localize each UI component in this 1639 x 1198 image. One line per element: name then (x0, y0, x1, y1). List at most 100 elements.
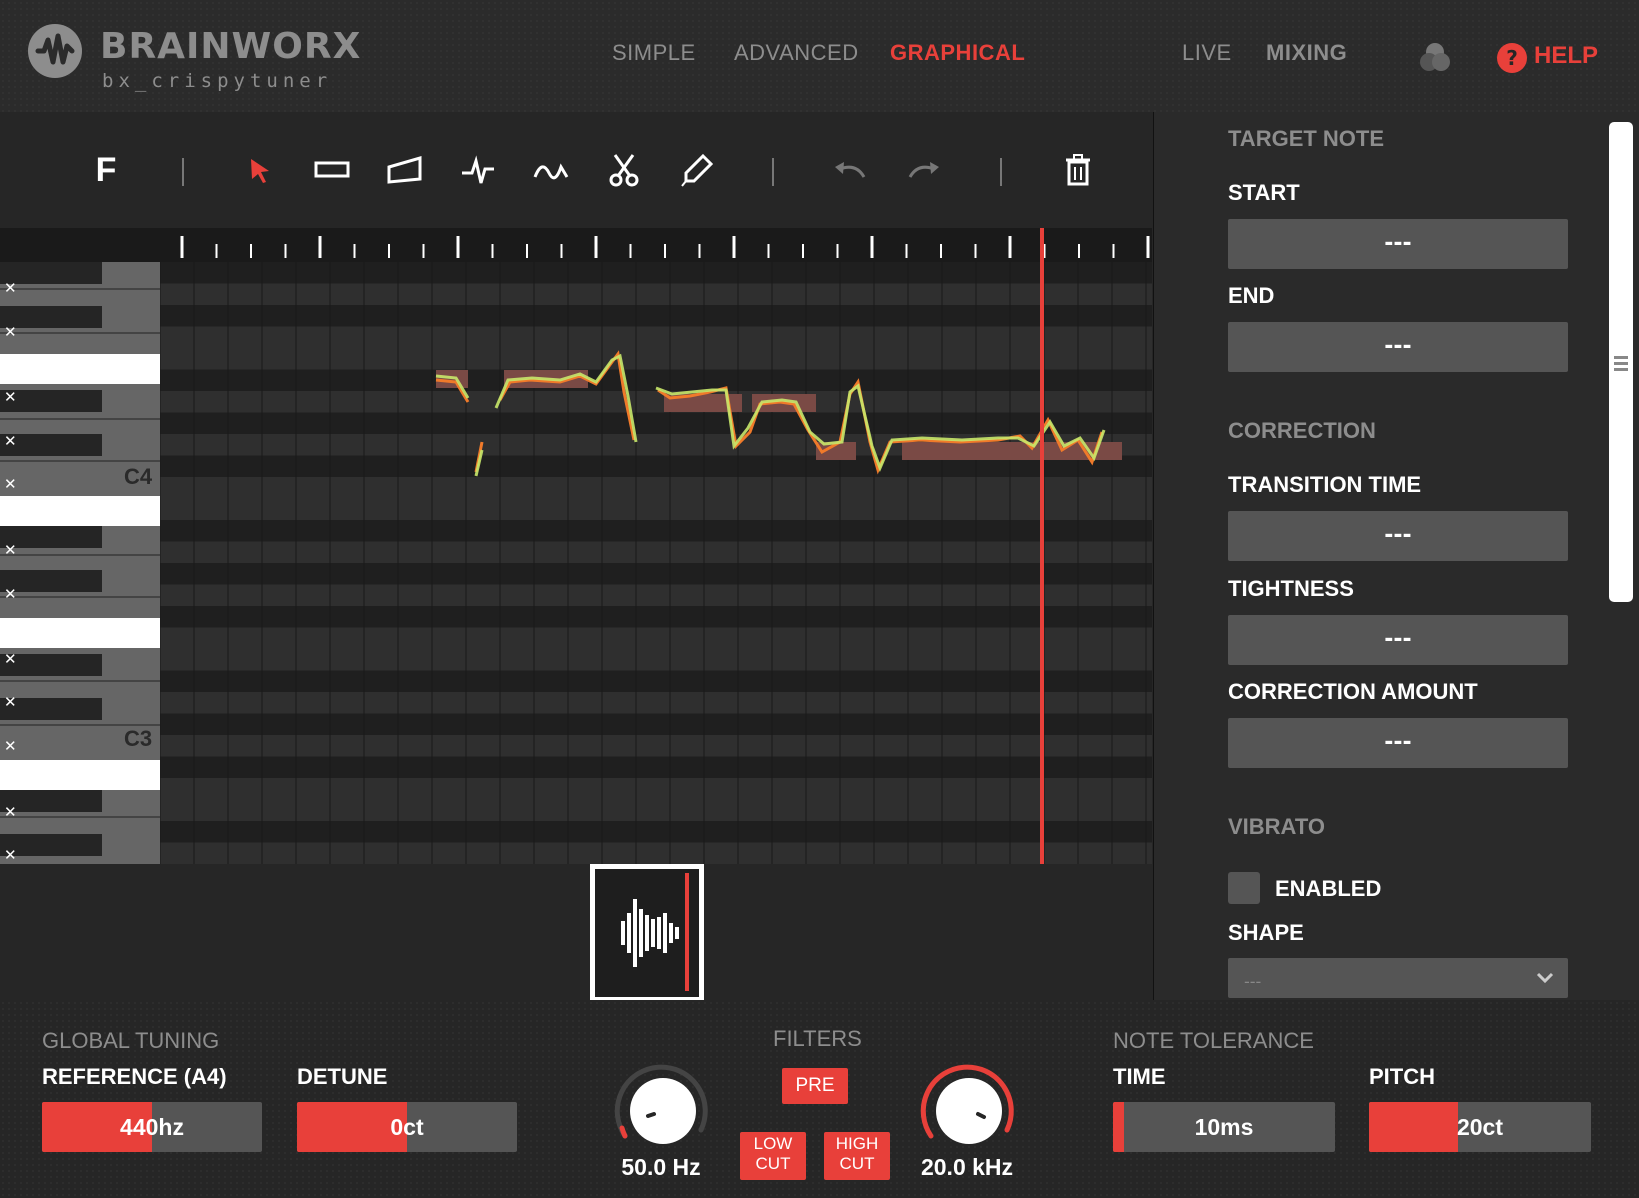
grid-row (160, 756, 1152, 778)
help-button[interactable]: HELP (1534, 42, 1598, 70)
grid-row (160, 842, 1152, 864)
overview-playhead (685, 873, 689, 991)
start-field[interactable]: --- (1228, 219, 1568, 269)
grid-row (160, 348, 1152, 370)
select-arrow-icon[interactable] (240, 150, 280, 190)
grid-row (160, 584, 1152, 606)
note-rect-icon[interactable] (312, 150, 352, 190)
note-grid[interactable] (159, 262, 1152, 864)
detune-slider[interactable]: 0ct (297, 1102, 517, 1152)
waveform-icon (621, 899, 679, 967)
tolerance-pitch-value: 20ct (1456, 1114, 1504, 1140)
nav-live[interactable]: LIVE (1182, 40, 1232, 66)
note-label-c3: C3 (124, 726, 153, 751)
vibrato-wave-icon[interactable] (531, 150, 571, 190)
key-mute-toggle[interactable]: ✕ (4, 388, 17, 406)
key-divider (0, 418, 160, 420)
detune-value: 0ct (390, 1114, 424, 1140)
transition-time-field[interactable]: --- (1228, 511, 1568, 561)
key-mute-toggle[interactable]: ✕ (4, 475, 17, 493)
grid-row (160, 391, 1152, 413)
pre-toggle-button[interactable]: PRE (782, 1068, 848, 1104)
reference-value: 440hz (120, 1114, 184, 1140)
nav-simple[interactable]: SIMPLE (612, 40, 696, 66)
target-note-heading: TARGET NOTE (1228, 126, 1385, 151)
grid-row (160, 778, 1152, 800)
start-label: START (1228, 180, 1300, 205)
grid-row (160, 735, 1152, 757)
grid-row (160, 799, 1152, 821)
key-divider (0, 680, 160, 682)
piano-key-white[interactable] (0, 618, 160, 648)
reference-slider[interactable]: 440hz (42, 1102, 262, 1152)
shape-dropdown[interactable]: --- (1228, 958, 1568, 998)
playhead[interactable] (1040, 228, 1044, 864)
grid-row (160, 369, 1152, 391)
grid-row (160, 283, 1152, 305)
tolerance-time-slider[interactable]: 10ms (1113, 1102, 1335, 1152)
trash-icon[interactable] (1058, 150, 1098, 190)
panel-scrollbar[interactable] (1609, 122, 1633, 602)
timeline-ruler[interactable] (160, 228, 1152, 262)
filters-heading: FILTERS (773, 1026, 862, 1051)
key-divider (0, 332, 160, 334)
key-mute-toggle[interactable]: ✕ (4, 432, 17, 450)
pitch-line-icon[interactable] (458, 150, 498, 190)
reference-label: REFERENCE (A4) (42, 1064, 227, 1089)
key-mute-toggle[interactable]: ✕ (4, 541, 17, 559)
function-button[interactable]: F (86, 150, 126, 190)
key-mute-toggle[interactable]: ✕ (4, 279, 17, 297)
help-icon[interactable]: ? (1497, 43, 1527, 73)
key-mute-toggle[interactable]: ✕ (4, 693, 17, 711)
nav-mixing[interactable]: MIXING (1266, 40, 1347, 66)
detune-label: DETUNE (297, 1064, 388, 1089)
grid-row (160, 498, 1152, 520)
correction-amount-field[interactable]: --- (1228, 718, 1568, 768)
scissors-icon[interactable] (604, 150, 644, 190)
key-mute-toggle[interactable]: ✕ (4, 803, 17, 821)
pencil-icon[interactable] (677, 150, 717, 190)
grid-row (160, 670, 1152, 692)
low-cut-button[interactable]: LOW CUT (740, 1132, 806, 1180)
grid-row (160, 649, 1152, 671)
high-cut-knob[interactable] (912, 1054, 1022, 1164)
key-mute-toggle[interactable]: ✕ (4, 737, 17, 755)
grid-row (160, 541, 1152, 563)
grid-row (160, 412, 1152, 434)
chevron-down-icon (1536, 970, 1554, 989)
nav-advanced[interactable]: ADVANCED (734, 40, 859, 66)
high-cut-value: 20.0 kHz (920, 1154, 1014, 1180)
tightness-field[interactable]: --- (1228, 615, 1568, 665)
piano-key-white[interactable] (0, 760, 160, 790)
key-mute-toggle[interactable]: ✕ (4, 585, 17, 603)
undo-icon[interactable] (830, 150, 870, 190)
overview-thumbnail[interactable] (590, 864, 704, 1002)
redo-icon[interactable] (904, 150, 944, 190)
note-label-c4: C4 (124, 464, 153, 489)
tolerance-pitch-slider[interactable]: 20ct (1369, 1102, 1591, 1152)
nav-graphical[interactable]: GRAPHICAL (890, 40, 1025, 66)
key-mute-toggle[interactable]: ✕ (4, 846, 17, 864)
key-mute-toggle[interactable]: ✕ (4, 650, 17, 668)
vibrato-heading: VIBRATO (1228, 814, 1325, 839)
piano-key-white[interactable] (0, 496, 160, 526)
enabled-label: ENABLED (1275, 876, 1382, 901)
tightness-label: TIGHTNESS (1228, 576, 1354, 601)
key-mute-toggle[interactable]: ✕ (4, 323, 17, 341)
low-cut-knob[interactable] (606, 1054, 716, 1164)
vibrato-enabled-checkbox[interactable] (1228, 872, 1260, 904)
tolerance-time-value: 10ms (1194, 1114, 1254, 1140)
high-cut-button[interactable]: HIGH CUT (824, 1132, 890, 1180)
pitch-editor[interactable]: ✕ ✕ ✕ ✕ ✕ ✕ ✕ ✕ ✕ ✕ ✕ ✕ C4 C3 (0, 228, 1152, 864)
piano-keyboard[interactable]: ✕ ✕ ✕ ✕ ✕ ✕ ✕ ✕ ✕ ✕ ✕ ✕ C4 C3 (0, 228, 160, 864)
color-theme-icon[interactable] (1418, 40, 1452, 74)
slope-icon[interactable] (385, 150, 425, 190)
correction-heading: CORRECTION (1228, 418, 1376, 443)
global-tuning-heading: GLOBAL TUNING (42, 1028, 220, 1053)
grid-row (160, 713, 1152, 735)
piano-key-white[interactable] (0, 354, 160, 384)
toolbar-divider (772, 158, 774, 186)
key-divider (0, 288, 160, 290)
grid-row (160, 606, 1152, 628)
end-field[interactable]: --- (1228, 322, 1568, 372)
